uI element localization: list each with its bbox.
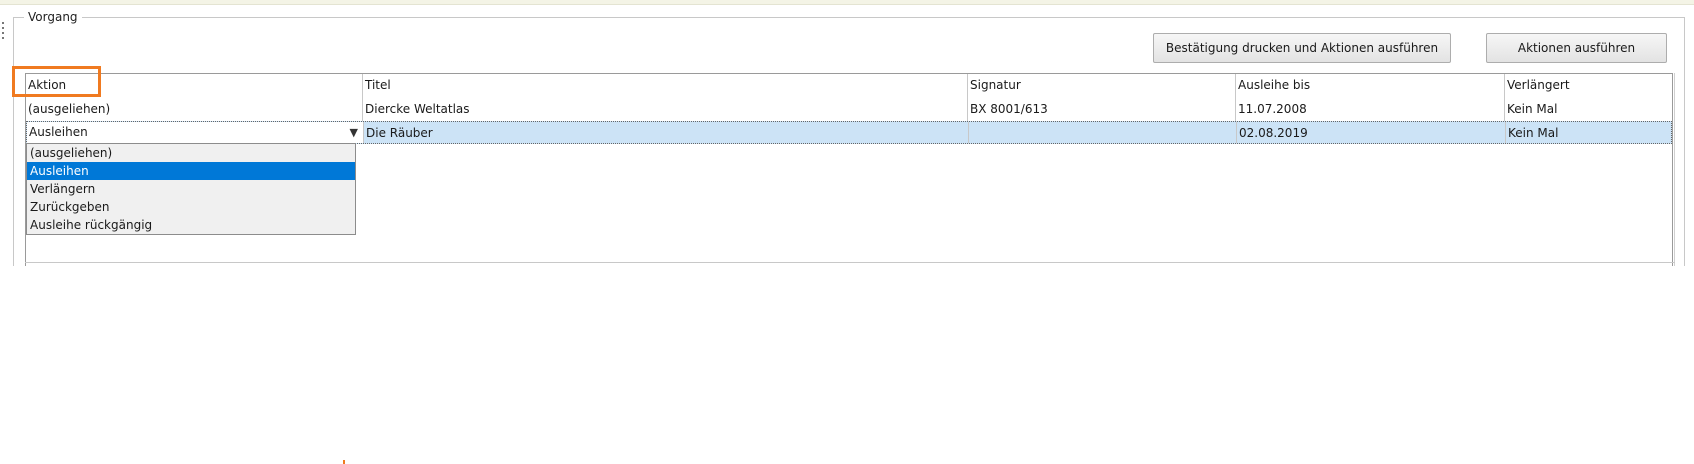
column-header-ausleihe-bis[interactable]: Ausleihe bis (1236, 74, 1505, 98)
divider (25, 262, 1675, 263)
dropdown-option-zurueckgeben[interactable]: Zurückgeben (27, 198, 355, 216)
drag-grip-icon[interactable] (1, 22, 5, 42)
print-and-run-button[interactable]: Bestätigung drucken und Aktionen ausführ… (1153, 33, 1451, 63)
table-scrollbar[interactable] (1674, 73, 1681, 266)
cell-aktion-editor[interactable]: Ausleihen ▼ (27, 122, 364, 143)
chevron-down-icon[interactable]: ▼ (350, 122, 358, 143)
aktion-combobox-value: Ausleihen (29, 125, 88, 139)
cell-verlaengert[interactable]: Kein Mal (1505, 98, 1672, 121)
cell-ausleihe-bis[interactable]: 11.07.2008 (1236, 98, 1505, 121)
cell-verlaengert[interactable]: Kein Mal (1506, 122, 1673, 143)
run-actions-button[interactable]: Aktionen ausführen (1486, 33, 1667, 63)
column-header-titel[interactable]: Titel (363, 74, 968, 98)
cell-titel[interactable]: Diercke Weltatlas (363, 98, 968, 121)
aktion-combobox[interactable]: Ausleihen ▼ (27, 122, 363, 143)
table-row-selected[interactable]: Ausleihen ▼ Die Räuber 02.08.2019 Kein M… (26, 121, 1672, 144)
top-strip (0, 0, 1694, 5)
dropdown-option-ausleihen[interactable]: Ausleihen (27, 162, 355, 180)
column-header-verlaengert[interactable]: Verlängert (1505, 74, 1672, 98)
dropdown-option-ausgeliehen[interactable]: (ausgeliehen) (27, 144, 355, 162)
table-header: Aktion Titel Signatur Ausleihe bis Verlä… (26, 74, 1672, 99)
column-header-signatur[interactable]: Signatur (968, 74, 1236, 98)
group-legend: Vorgang (28, 10, 78, 24)
aktion-dropdown-list: (ausgeliehen) Ausleihen Verlängern Zurüc… (26, 143, 356, 235)
cell-signatur[interactable] (969, 122, 1237, 143)
cell-aktion[interactable]: (ausgeliehen) (26, 98, 363, 121)
cell-ausleihe-bis[interactable]: 02.08.2019 (1237, 122, 1506, 143)
cell-signatur[interactable]: BX 8001/613 (968, 98, 1236, 121)
dropdown-option-ausleihe-rueckgaengig[interactable]: Ausleihe rückgängig (27, 216, 355, 234)
table-row[interactable]: (ausgeliehen) Diercke Weltatlas BX 8001/… (26, 98, 1672, 122)
dropdown-option-verlaengern[interactable]: Verlängern (27, 180, 355, 198)
annotation-marker (343, 460, 345, 464)
annotation-highlight-box (12, 66, 101, 97)
cell-titel[interactable]: Die Räuber (364, 122, 969, 143)
